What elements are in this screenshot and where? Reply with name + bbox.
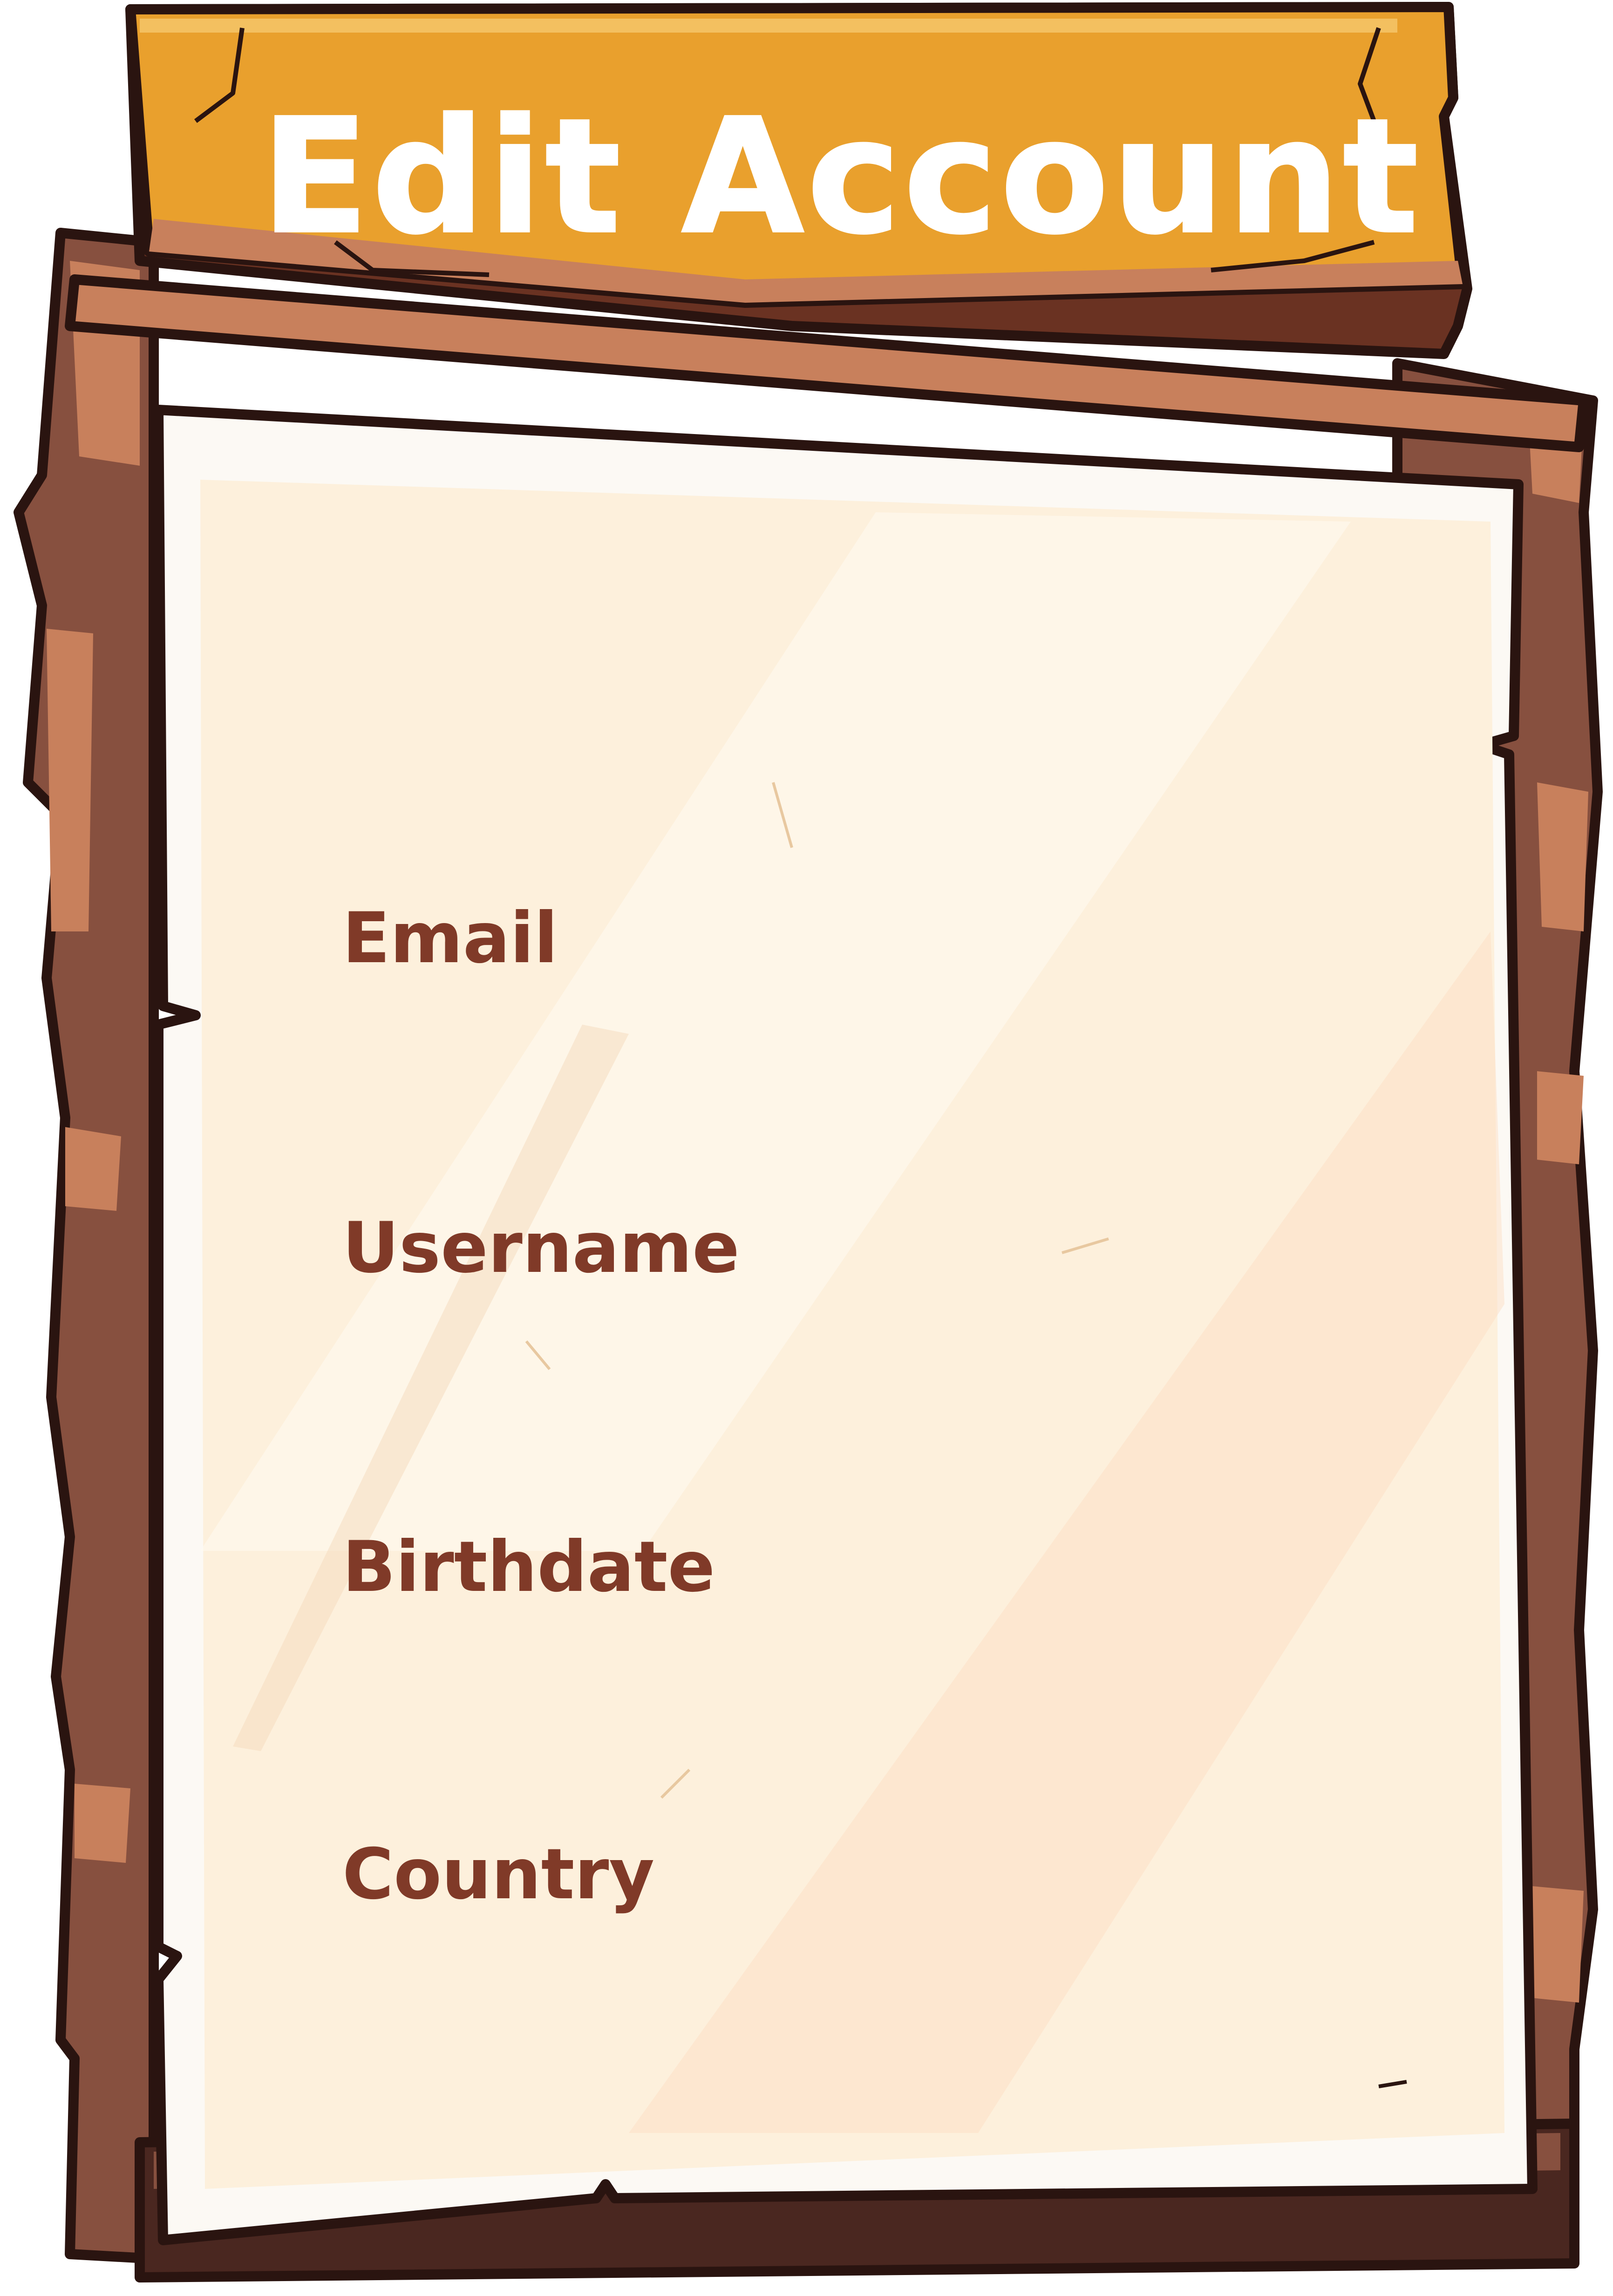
paper-panel (153, 405, 1538, 2245)
email-field-label[interactable]: Email (342, 892, 558, 985)
edit-account-panel (14, 2, 1603, 2282)
page-title: Edit Account (260, 85, 1422, 269)
username-field-label[interactable]: Username (342, 1202, 740, 1295)
birthdate-field-label[interactable]: Birthdate (342, 1521, 715, 1614)
country-field-label[interactable]: Country (342, 1828, 654, 1921)
